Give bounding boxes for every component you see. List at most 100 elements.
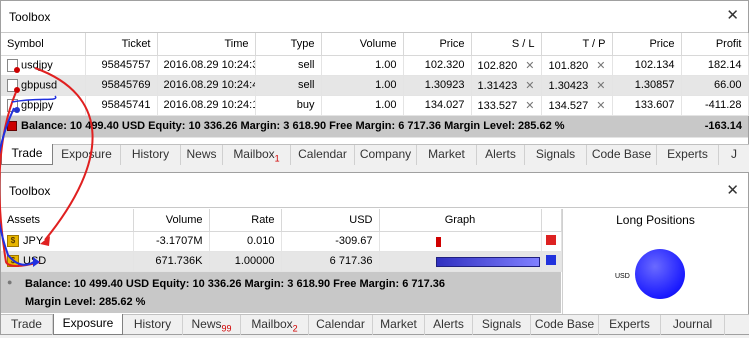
tab-mailbox[interactable]: Mailbox1 xyxy=(223,145,291,165)
sl-value: 1.31423 xyxy=(477,79,518,92)
col-header-0[interactable]: Symbol xyxy=(1,33,86,56)
tab-trade[interactable]: Trade xyxy=(1,144,53,165)
balance-cell: Balance: 10 499.40 USD Equity: 10 336.26… xyxy=(1,115,681,138)
cell-swatch xyxy=(541,251,562,272)
exposure-bar xyxy=(435,256,540,267)
trade-row[interactable]: gbpjpy 95845741 2016.08.29 10:24:17 buy 1.00… xyxy=(1,95,749,116)
cell-type: sell xyxy=(255,75,322,96)
price-value: 1.30923 xyxy=(424,79,465,91)
tab-badge: 2 xyxy=(292,323,298,334)
tab-label: Trade xyxy=(11,146,43,160)
remove-tp-icon[interactable]: ✕ xyxy=(596,80,605,92)
cell-cur: 1.30857 xyxy=(612,75,682,96)
time-value: 2016.08.29 10:24:35 xyxy=(163,59,255,71)
tab-label: Exposure xyxy=(61,147,112,161)
profit-value: 182.14 xyxy=(707,59,742,71)
tab-label: Experts xyxy=(609,317,650,331)
exposure-tab-bar: Trade Exposure History News99 Mailbox2 Calend… xyxy=(1,314,749,335)
cur-value: 1.30857 xyxy=(634,79,675,91)
tab-alerts[interactable]: Alerts xyxy=(425,315,473,335)
tab-label: Mailbox xyxy=(233,147,275,161)
exp-col-header-0[interactable]: Assets xyxy=(1,209,134,232)
tab-code-base[interactable]: Code Base xyxy=(531,315,599,335)
col-header-4[interactable]: Volume xyxy=(321,33,404,56)
col-header-5[interactable]: Price xyxy=(403,33,472,56)
trade-row[interactable]: gbpusd 95845769 2016.08.29 10:24:44 sell 1.0… xyxy=(1,75,749,96)
tab-exposure[interactable]: Exposure xyxy=(53,145,121,165)
tab-experts[interactable]: Experts xyxy=(657,145,719,165)
tab-label: J xyxy=(731,147,737,161)
exposure-balance-line2: Margin Level: 285.62 % xyxy=(25,295,146,308)
cell-usd: -309.67 xyxy=(281,231,380,252)
coin-icon: $ xyxy=(7,255,19,268)
tab-label: History xyxy=(133,317,172,331)
exposure-table: Assets Volume Rate USD Graph $ JPY -3.1707M 0.0… xyxy=(1,209,562,272)
exp-col-header-swatch xyxy=(541,209,562,232)
col-header-7[interactable]: T / P xyxy=(541,33,613,56)
pie-chart-usd xyxy=(635,249,685,299)
trade-row[interactable]: usdjpy 95845757 2016.08.29 10:24:35 sell 1.0… xyxy=(1,55,749,76)
exp-col-header-2[interactable]: Rate xyxy=(209,209,282,232)
tab-news[interactable]: News xyxy=(181,145,223,165)
tab-trade[interactable]: Trade xyxy=(1,315,53,335)
tab-market[interactable]: Market xyxy=(417,145,477,165)
remove-sl-icon[interactable]: ✕ xyxy=(525,100,534,112)
cell-volume: 1.00 xyxy=(321,55,404,76)
tab-history[interactable]: History xyxy=(121,145,181,165)
exposure-row[interactable]: $ JPY -3.1707M 0.010 -309.67 xyxy=(1,231,562,252)
tab-journal[interactable]: Journal xyxy=(661,315,725,335)
toolbox-exposure-panel: Toolbox ✕ Assets Volume Rate USD Graph $ JPY -… xyxy=(0,172,749,335)
col-header-8[interactable]: Price xyxy=(612,33,682,56)
ticket-value: 95845741 xyxy=(101,99,151,111)
exp-col-header-3[interactable]: USD xyxy=(281,209,380,232)
tab-signals[interactable]: Signals xyxy=(473,315,531,335)
col-header-9[interactable]: Profit xyxy=(681,33,749,56)
tab-label: News xyxy=(186,147,217,161)
toolbox-titlebar: Toolbox ✕ xyxy=(1,1,748,33)
cell-ticket: 95845769 xyxy=(85,75,158,96)
tab-label: Market xyxy=(428,147,465,161)
tab-exposure[interactable]: Exposure xyxy=(53,314,123,335)
time-value: 2016.08.29 10:24:17 xyxy=(163,99,255,111)
tab-calendar[interactable]: Calendar xyxy=(309,315,373,335)
volume-value: 1.00 xyxy=(375,59,397,71)
long-positions-title: Long Positions xyxy=(616,213,695,227)
exposure-row[interactable]: $ USD 671.736K 1.00000 6 717.36 xyxy=(1,251,562,272)
tab-market[interactable]: Market xyxy=(373,315,425,335)
remove-sl-icon[interactable]: ✕ xyxy=(525,60,534,72)
tab-news[interactable]: News99 xyxy=(183,315,241,335)
exp-col-header-4[interactable]: Graph xyxy=(379,209,542,232)
position-icon xyxy=(7,98,20,113)
volume-value: 1.00 xyxy=(375,79,397,91)
remove-tp-icon[interactable]: ✕ xyxy=(596,100,605,112)
tab-mailbox[interactable]: Mailbox2 xyxy=(241,315,309,335)
remove-sl-icon[interactable]: ✕ xyxy=(525,80,534,92)
close-icon[interactable]: ✕ xyxy=(726,6,739,24)
ticket-value: 95845769 xyxy=(101,79,151,91)
tab-company[interactable]: Company xyxy=(355,145,417,165)
color-swatch xyxy=(546,234,556,245)
tab-alerts[interactable]: Alerts xyxy=(477,145,525,165)
type-value: sell xyxy=(297,79,315,91)
col-header-1[interactable]: Ticket xyxy=(85,33,158,56)
pie-label: USD xyxy=(615,273,630,280)
tab-signals[interactable]: Signals xyxy=(525,145,587,165)
cell-tp: 101.820 ✕ xyxy=(541,55,613,76)
profit-value: -411.28 xyxy=(705,99,742,111)
tab-label: News xyxy=(191,317,222,331)
tab-j[interactable]: J xyxy=(719,145,749,165)
tab-code-base[interactable]: Code Base xyxy=(587,145,657,165)
close-icon-2[interactable]: ✕ xyxy=(726,181,739,199)
col-header-2[interactable]: Time xyxy=(157,33,256,56)
exp-col-header-1[interactable]: Volume xyxy=(133,209,210,232)
tab-experts[interactable]: Experts xyxy=(599,315,661,335)
trade-table: Symbol Ticket Time Type Volume Price S / LT / … xyxy=(1,33,749,138)
tab-calendar[interactable]: Calendar xyxy=(291,145,355,165)
col-header-6[interactable]: S / L xyxy=(471,33,542,56)
cell-volume: -3.1707M xyxy=(133,231,210,252)
remove-tp-icon[interactable]: ✕ xyxy=(596,60,605,72)
tab-label: Signals xyxy=(481,317,522,331)
tab-history[interactable]: History xyxy=(123,315,183,335)
col-header-3[interactable]: Type xyxy=(255,33,322,56)
toolbox-title-2: Toolbox xyxy=(9,184,51,198)
